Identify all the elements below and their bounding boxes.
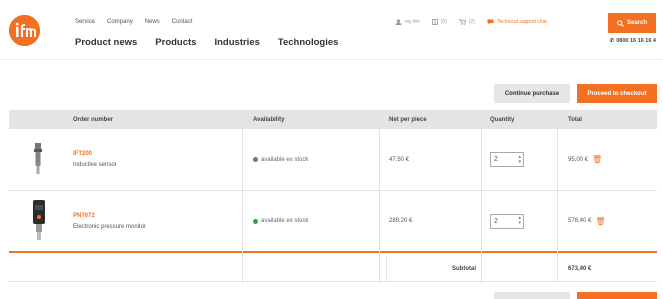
nav-products[interactable]: Products <box>155 37 196 48</box>
in-stock-dot-icon <box>253 157 258 162</box>
top-nav: Service Company News Contact <box>75 19 192 25</box>
col-order-number: Order number <box>73 116 114 123</box>
support-chat-link[interactable]: Technical support chat <box>487 19 547 25</box>
col-availability: Availability <box>253 116 285 123</box>
availability-cell: available ex stock <box>253 129 308 190</box>
sku-link[interactable]: PN7072 <box>73 213 146 219</box>
phone-value: 0800 16 16 16 4 <box>616 38 656 44</box>
order-number-cell: IFT200 Inductive sensor <box>73 129 117 190</box>
nav-news-link[interactable]: News <box>145 19 160 25</box>
utility-nav: my ifm (0) (2) Technical support chat <box>395 19 547 25</box>
phone-number: ✆ 0800 16 16 16 4 <box>610 38 656 44</box>
product-image-ift200 <box>34 143 42 174</box>
site-header: Service Company News Contact Product new… <box>0 0 663 60</box>
nav-service-link[interactable]: Service <box>75 19 95 25</box>
table-row: PN7072 Electronic pressure monitor avail… <box>9 191 657 253</box>
cart-count: (2) <box>468 19 475 25</box>
spinner-arrows-icon[interactable]: ▴ ▾ <box>518 154 523 165</box>
my-ifm-link[interactable]: my ifm <box>395 19 420 25</box>
col-total: Total <box>568 116 582 123</box>
quantity-stepper[interactable]: 2 ▴ ▾ <box>490 152 524 167</box>
price-cell: 47,50 € <box>389 129 409 190</box>
proceed-to-checkout-button[interactable]: Proceed to checkout <box>577 84 657 103</box>
main-nav: Product news Products Industries Technol… <box>75 37 338 48</box>
quantity-value: 2 <box>494 217 498 225</box>
line-total: 578,40 € <box>568 218 592 224</box>
nav-product-news[interactable]: Product news <box>75 37 137 48</box>
net-price: 47,50 € <box>389 156 410 163</box>
proceed-to-checkout-button-bottom[interactable] <box>577 292 657 299</box>
in-stock-dot-icon <box>253 218 258 224</box>
subtotal-label: Subtotal <box>452 266 476 272</box>
col-quantity: Quantity <box>490 116 515 123</box>
phone-icon: ✆ <box>609 38 615 44</box>
continue-purchase-button[interactable]: Continue purchase <box>494 84 570 103</box>
table-header: Order number Availability Net per piece … <box>9 110 657 129</box>
total-cell: 95,00 € 🗑 <box>568 129 602 190</box>
compare-count: (0) <box>440 19 447 25</box>
net-price: 289,20 € <box>389 218 413 224</box>
nav-technologies[interactable]: Technologies <box>278 37 339 48</box>
cart-icon <box>458 19 466 25</box>
nav-contact-link[interactable]: Contact <box>172 19 193 25</box>
search-icon <box>617 19 624 27</box>
support-chat-label: Technical support chat <box>496 19 547 25</box>
delete-trash-icon[interactable]: 🗑 <box>595 217 605 226</box>
nav-industries[interactable]: Industries <box>214 37 259 48</box>
spinner-arrows-icon[interactable]: ▴ ▾ <box>518 216 523 226</box>
product-image-pn7072 <box>33 200 45 240</box>
chat-icon <box>487 19 494 25</box>
nav-company-link[interactable]: Company <box>107 19 133 25</box>
quantity-cell: 2 ▴ ▾ <box>490 129 524 190</box>
search-label: Search <box>626 20 647 26</box>
availability-text: available ex stock <box>261 218 309 224</box>
table-row: IFT200 Inductive sensor available ex sto… <box>9 129 657 191</box>
subtotal-row: Subtotal 673,40 € <box>9 257 657 282</box>
price-cell: 289,20 € <box>389 191 412 251</box>
availability-text: available ex stock <box>261 156 309 163</box>
search-button[interactable]: Search <box>608 13 656 33</box>
my-ifm-label: my ifm <box>405 19 420 25</box>
line-total: 95,00 € <box>568 156 589 163</box>
col-net-per-piece: Net per piece <box>389 116 427 123</box>
user-icon <box>395 19 402 25</box>
availability-cell: available ex stock <box>253 191 308 251</box>
ifm-logo[interactable] <box>9 15 40 46</box>
total-cell: 578,40 € 🗑 <box>568 191 606 251</box>
delete-trash-icon[interactable]: 🗑 <box>592 155 602 164</box>
quantity-stepper[interactable]: 2 ▴ ▾ <box>490 213 524 229</box>
product-description: Inductive sensor <box>73 162 117 168</box>
compare-icon <box>431 19 438 25</box>
subtotal-value: 673,40 € <box>568 266 592 272</box>
product-description: Electronic pressure monitor <box>73 223 147 230</box>
quantity-cell: 2 ▴ ▾ <box>490 191 524 251</box>
compare-link[interactable]: (0) <box>431 19 447 25</box>
continue-purchase-button-bottom[interactable] <box>494 292 570 299</box>
quantity-value: 2 <box>494 156 498 163</box>
sku-link[interactable]: IFT200 <box>73 151 117 157</box>
cart-table: Order number Availability Net per piece … <box>9 110 657 253</box>
cart-link[interactable]: (2) <box>458 19 475 25</box>
order-number-cell: PN7072 Electronic pressure monitor <box>73 191 146 251</box>
